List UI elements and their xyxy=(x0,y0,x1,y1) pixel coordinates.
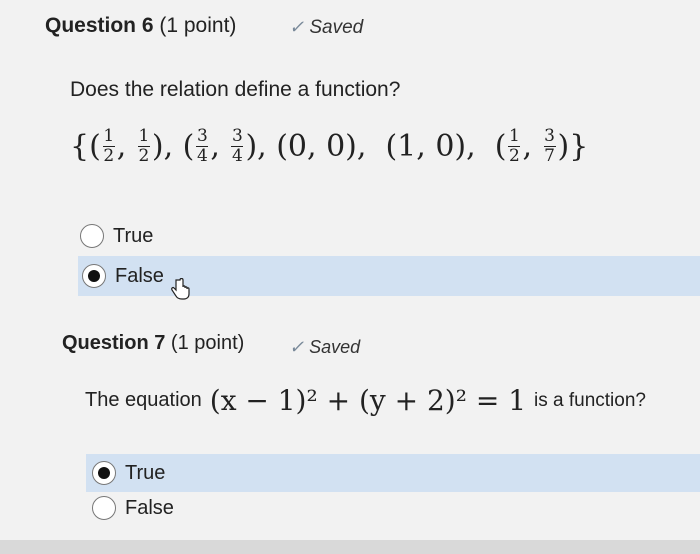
relation-middle: ), (0, 0), (1, 0), ( xyxy=(245,129,507,164)
relation-open: {( xyxy=(70,129,101,164)
radio-button[interactable] xyxy=(92,461,116,485)
q7-option-true[interactable]: True xyxy=(86,454,700,492)
hand-cursor-icon xyxy=(170,277,190,305)
radio-button[interactable] xyxy=(92,496,116,520)
relation-set: {( 12 , 12 ), ( 34 , 34 ), (0, 0), (1, 0… xyxy=(70,126,589,166)
relation-sep: ), ( xyxy=(151,129,195,164)
checkmark-icon: ✓ xyxy=(289,337,305,357)
option-label: True xyxy=(113,224,154,247)
question-7-title: Question 7 xyxy=(62,332,166,354)
question-6-title: Question 6 xyxy=(45,14,154,37)
fraction: 34 xyxy=(231,126,244,166)
radio-button[interactable] xyxy=(80,224,104,248)
question-7-points: (1 point) xyxy=(170,332,245,354)
question-7-prompt: The equation (x − 1)² + (y + 2)² = 1 is … xyxy=(85,384,646,417)
fraction: 12 xyxy=(508,126,521,166)
question-6-prompt: Does the relation define a function? xyxy=(70,78,401,101)
radio-selected-dot xyxy=(88,270,100,282)
fraction: 12 xyxy=(102,126,115,166)
option-label: False xyxy=(115,264,164,287)
option-label: False xyxy=(125,496,174,519)
equation: (x − 1)² + (y + 2)² = 1 xyxy=(209,384,527,417)
q7-option-false[interactable]: False xyxy=(92,490,692,526)
saved-label: Saved xyxy=(309,17,364,38)
question-6-header: Question 6 (1 point) xyxy=(45,14,236,38)
fraction: 34 xyxy=(196,126,209,166)
question-6-points: (1 point) xyxy=(159,14,237,37)
bottom-edge xyxy=(0,540,700,554)
radio-button[interactable] xyxy=(82,264,106,288)
checkmark-icon: ✓ xyxy=(289,17,305,37)
question-7-saved-status: ✓ Saved xyxy=(289,337,360,358)
question-7-header: Question 7 (1 point) xyxy=(62,332,244,355)
prompt-text: is a function? xyxy=(534,389,646,411)
saved-label: Saved xyxy=(309,337,361,357)
radio-selected-dot xyxy=(98,467,110,479)
fraction: 12 xyxy=(137,126,150,166)
prompt-text: The equation xyxy=(85,389,202,411)
option-label: True xyxy=(125,461,166,484)
q6-option-true[interactable]: True xyxy=(80,218,700,254)
question-6-saved-status: ✓ Saved xyxy=(289,17,363,39)
relation-close: )} xyxy=(557,129,589,164)
fraction: 37 xyxy=(543,126,556,166)
